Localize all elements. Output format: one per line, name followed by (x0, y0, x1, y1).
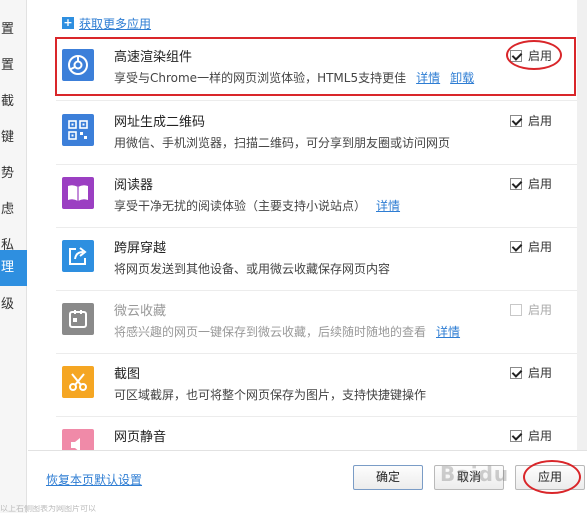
enable-checkbox[interactable] (510, 240, 522, 253)
settings-sidebar: 置 置 截 键 势 虑 私 理 级 (0, 0, 27, 513)
extension-name: 微云收藏 (114, 304, 167, 319)
extension-desc: 用微信、手机浏览器，扫描二维码，可分享到朋友圈或访问网页 (114, 136, 451, 150)
highlight-oval (506, 40, 562, 70)
sidebar-item-5[interactable]: 势 (0, 154, 27, 194)
bookmark-icon (62, 303, 94, 335)
extension-desc: 可区域截屏，也可将整个网页保存为图片，支持快捷键操作 (114, 388, 427, 402)
restore-defaults-link[interactable]: 恢复本页默认设置 (46, 471, 142, 488)
watermark: Baidu (440, 462, 510, 486)
divider (56, 100, 587, 101)
extension-row-mute: 网页静音 启用 (56, 418, 587, 450)
extension-desc: 将网页发送到其他设备、或用微云收藏保存网页内容 (114, 262, 391, 276)
enable-label: 启用 (528, 366, 553, 380)
enable-toggle[interactable]: 启用 (510, 175, 552, 192)
enable-checkbox[interactable] (510, 177, 522, 190)
mute-icon (62, 429, 94, 450)
enable-toggle[interactable]: 启用 (510, 238, 552, 255)
extension-name: 截图 (114, 367, 141, 382)
sidebar-item-4[interactable]: 键 (0, 118, 27, 158)
sidebar-item-6[interactable]: 虑 (0, 190, 27, 230)
extension-name: 阅读器 (114, 178, 154, 193)
enable-toggle[interactable]: 启用 (510, 301, 552, 318)
scissors-icon (62, 366, 94, 398)
get-more-apps-label[interactable]: 获取更多应用 (79, 15, 151, 32)
extension-name: 网页静音 (114, 430, 167, 445)
extension-name: 网址生成二维码 (114, 115, 206, 130)
enable-toggle[interactable]: 启用 (510, 364, 552, 381)
bottom-caption: 以上右侧图表为网图片可以 (0, 505, 96, 513)
sidebar-item-2[interactable]: 置 (0, 46, 27, 86)
book-icon (62, 177, 94, 209)
enable-label: 启用 (528, 114, 553, 128)
extension-row-cross-screen: 跨屏穿越 将网页发送到其他设备、或用微云收藏保存网页内容 启用 (56, 229, 587, 291)
enable-checkbox[interactable] (510, 429, 522, 442)
ok-button[interactable]: 确定 (353, 465, 423, 490)
enable-label: 启用 (528, 240, 553, 254)
sidebar-item-1[interactable]: 置 (0, 10, 27, 50)
enable-checkbox[interactable] (510, 114, 522, 127)
divider (56, 290, 587, 291)
divider (56, 416, 587, 417)
qrcode-icon (62, 114, 94, 146)
enable-toggle[interactable]: 启用 (510, 112, 552, 129)
divider (56, 227, 587, 228)
extension-desc: 将感兴趣的网页一键保存到微云收藏，后续随时随地的查看 详情 (114, 325, 461, 339)
divider (56, 164, 587, 165)
highlight-box (55, 37, 576, 96)
extension-row-reader: 阅读器 享受干净无扰的阅读体验（主要支持小说站点） 详情 启用 (56, 166, 587, 228)
plus-icon: + (62, 16, 74, 29)
enable-label: 启用 (528, 303, 553, 317)
extension-row-weiyun: 微云收藏 将感兴趣的网页一键保存到微云收藏，后续随时随地的查看 详情 启用 (56, 292, 587, 354)
extension-row-qrcode: 网址生成二维码 用微信、手机浏览器，扫描二维码，可分享到朋友圈或访问网页 启用 (56, 103, 587, 165)
sidebar-item-9[interactable]: 级 (0, 285, 27, 325)
details-link[interactable]: 详情 (436, 325, 460, 339)
enable-label: 启用 (528, 429, 553, 443)
extension-row-screenshot: 截图 可区域截屏，也可将整个网页保存为图片，支持快捷键操作 启用 (56, 355, 587, 417)
enable-checkbox[interactable] (510, 303, 522, 316)
sidebar-item-3[interactable]: 截 (0, 82, 27, 122)
enable-checkbox[interactable] (510, 366, 522, 379)
share-icon (62, 240, 94, 272)
highlight-oval-apply (523, 460, 581, 494)
enable-toggle[interactable]: 启用 (510, 427, 552, 444)
details-link[interactable]: 详情 (376, 199, 400, 213)
scrollbar[interactable] (577, 0, 587, 450)
extension-name: 跨屏穿越 (114, 241, 167, 256)
extension-desc: 享受干净无扰的阅读体验（主要支持小说站点） 详情 (114, 199, 401, 213)
get-more-apps-link[interactable]: + 获取更多应用 (62, 15, 151, 31)
enable-label: 启用 (528, 177, 553, 191)
divider (56, 353, 587, 354)
sidebar-item-manage[interactable]: 理 (0, 250, 27, 286)
